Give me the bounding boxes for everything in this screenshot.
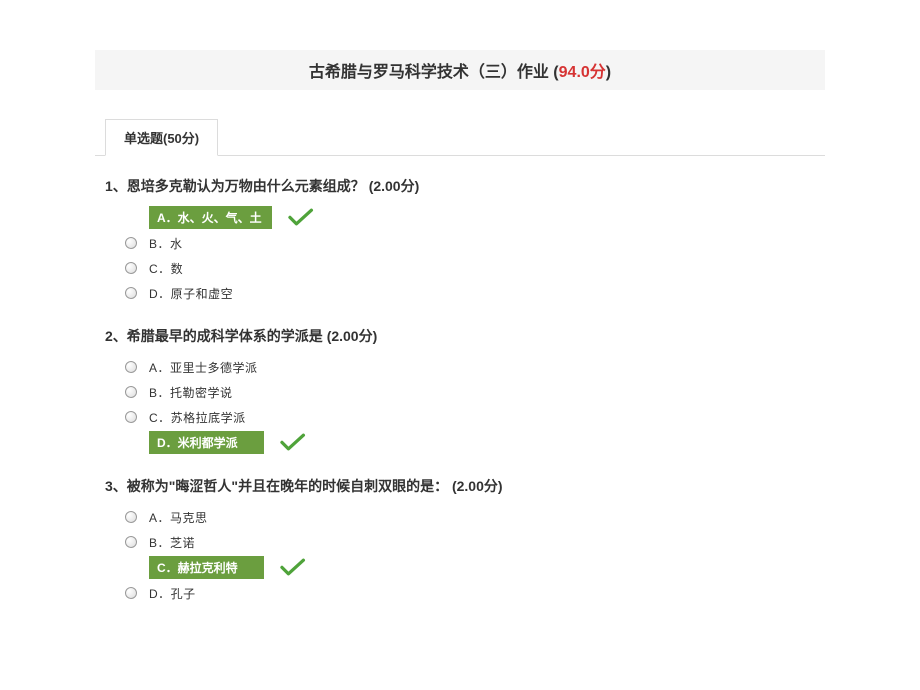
option-text: 赫拉克利特 [178, 561, 238, 575]
radio-icon[interactable] [125, 237, 137, 249]
question-number: 2、 [105, 328, 127, 344]
option-label: A．亚里士多德学派 [149, 359, 258, 376]
option-letter: B． [149, 386, 170, 400]
radio-icon[interactable] [125, 287, 137, 299]
checkmark-icon [288, 208, 314, 228]
option-correct-highlight: C．赫拉克利特 [149, 556, 264, 579]
radio-icon[interactable] [125, 262, 137, 274]
option-letter: A． [149, 361, 170, 375]
option-row: C．数 [125, 257, 825, 279]
option-label: A．马克思 [149, 509, 208, 526]
score-value: 94.0分 [559, 64, 606, 81]
radio-icon[interactable] [125, 386, 137, 398]
option-row: A．水、火、气、土 [125, 206, 825, 229]
option-label: B．托勒密学说 [149, 384, 233, 401]
tab-label: 单选题(50分) [124, 131, 199, 146]
radio-spacer [125, 212, 137, 224]
option-label: D．原子和虚空 [149, 285, 233, 302]
question-block: 2、希腊最早的成科学体系的学派是 (2.00分)A．亚里士多德学派B．托勒密学说… [95, 326, 825, 454]
page-title: 古希腊与罗马科学技术（三）作业 ( [309, 64, 559, 81]
option-letter: A． [157, 211, 178, 225]
option-text: 芝诺 [170, 536, 195, 550]
question-points: (2.00分) [327, 328, 378, 344]
page-title-suffix: ) [606, 64, 611, 81]
option-letter: C． [149, 411, 171, 425]
option-letter: B． [149, 536, 170, 550]
option-row: B．托勒密学说 [125, 381, 825, 403]
options-list: A．亚里士多德学派B．托勒密学说C．苏格拉底学派D．米利都学派 [95, 356, 825, 454]
option-label: D．孔子 [149, 585, 196, 602]
option-row: A．亚里士多德学派 [125, 356, 825, 378]
option-letter: C． [157, 561, 178, 575]
option-label: C．苏格拉底学派 [149, 409, 246, 426]
option-row: C．赫拉克利特 [125, 556, 825, 579]
radio-icon[interactable] [125, 361, 137, 373]
option-correct-highlight: A．水、火、气、土 [149, 206, 272, 229]
options-list: A．马克思B．芝诺C．赫拉克利特D．孔子 [95, 506, 825, 604]
option-letter: B． [149, 237, 170, 251]
option-letter: D． [149, 587, 171, 601]
question-block: 1、恩培多克勒认为万物由什么元素组成？ (2.00分)A．水、火、气、土B．水C… [95, 176, 825, 304]
question-text: 恩培多克勒认为万物由什么元素组成？ [127, 178, 365, 194]
option-row: B．芝诺 [125, 531, 825, 553]
option-label: B．水 [149, 235, 183, 252]
question-text: 被称为"晦涩哲人"并且在晚年的时候自刺双眼的是： [127, 478, 448, 494]
option-row: A．马克思 [125, 506, 825, 528]
question-title: 3、被称为"晦涩哲人"并且在晚年的时候自刺双眼的是： (2.00分) [95, 476, 825, 496]
question-title: 1、恩培多克勒认为万物由什么元素组成？ (2.00分) [95, 176, 825, 196]
question-title: 2、希腊最早的成科学体系的学派是 (2.00分) [95, 326, 825, 346]
radio-icon[interactable] [125, 536, 137, 548]
option-text: 苏格拉底学派 [171, 411, 246, 425]
tab-row: 单选题(50分) [95, 118, 825, 156]
option-letter: C． [149, 262, 171, 276]
option-text: 亚里士多德学派 [170, 361, 258, 375]
question-points: (2.00分) [452, 478, 503, 494]
radio-icon[interactable] [125, 411, 137, 423]
option-label: B．芝诺 [149, 534, 195, 551]
radio-spacer [125, 562, 137, 574]
radio-icon[interactable] [125, 511, 137, 523]
checkmark-icon [280, 558, 306, 578]
option-text: 水 [170, 237, 183, 251]
option-letter: A． [149, 511, 170, 525]
option-row: D．米利都学派 [125, 431, 825, 454]
option-text: 数 [171, 262, 184, 276]
title-bar: 古希腊与罗马科学技术（三）作业 (94.0分) [95, 50, 825, 90]
option-text: 孔子 [171, 587, 196, 601]
option-text: 水、火、气、土 [178, 211, 262, 225]
question-number: 1、 [105, 178, 127, 194]
option-row: B．水 [125, 232, 825, 254]
option-label: C．数 [149, 260, 183, 277]
option-letter: D． [149, 287, 171, 301]
option-text: 米利都学派 [178, 436, 238, 450]
question-text: 希腊最早的成科学体系的学派是 [127, 328, 323, 344]
question-points: (2.00分) [369, 178, 420, 194]
option-text: 原子和虚空 [171, 287, 234, 301]
option-row: C．苏格拉底学派 [125, 406, 825, 428]
option-row: D．原子和虚空 [125, 282, 825, 304]
tab-single-choice[interactable]: 单选题(50分) [105, 119, 218, 156]
option-correct-highlight: D．米利都学派 [149, 431, 264, 454]
option-row: D．孔子 [125, 582, 825, 604]
question-block: 3、被称为"晦涩哲人"并且在晚年的时候自刺双眼的是： (2.00分)A．马克思B… [95, 476, 825, 604]
checkmark-icon [280, 433, 306, 453]
radio-icon[interactable] [125, 587, 137, 599]
questions-container: 1、恩培多克勒认为万物由什么元素组成？ (2.00分)A．水、火、气、土B．水C… [95, 176, 825, 604]
option-letter: D． [157, 436, 178, 450]
question-number: 3、 [105, 478, 127, 494]
options-list: A．水、火、气、土B．水C．数D．原子和虚空 [95, 206, 825, 304]
option-text: 托勒密学说 [170, 386, 233, 400]
radio-spacer [125, 437, 137, 449]
option-text: 马克思 [170, 511, 208, 525]
